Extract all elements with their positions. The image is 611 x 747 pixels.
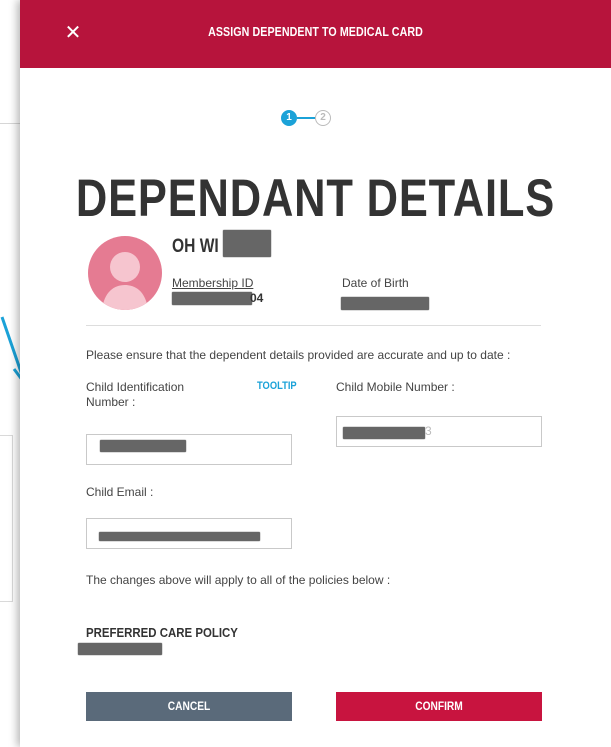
redacted-name (223, 230, 271, 257)
user-avatar-icon (102, 252, 148, 310)
confirm-button-label: CONFIRM (415, 699, 463, 713)
tooltip-link[interactable]: TOOLTIP (257, 380, 297, 392)
modal-header: ✕ ASSIGN DEPENDENT TO MEDICAL CARD (20, 0, 611, 68)
child-email-label: Child Email : (86, 485, 154, 499)
child-id-label: Child Identification Number : (86, 380, 184, 410)
child-id-label-line1: Child Identification (86, 380, 185, 394)
date-of-birth-label: Date of Birth (342, 276, 409, 290)
child-mobile-suffix: 3 (425, 424, 432, 438)
redacted-child-mobile (343, 427, 425, 439)
child-mobile-input[interactable]: 3 (336, 416, 542, 447)
policies-notice: The changes above will apply to all of t… (86, 573, 391, 587)
stepper: 1 2 (281, 110, 341, 126)
assign-dependent-modal: ✕ ASSIGN DEPENDENT TO MEDICAL CARD 1 2 D… (20, 0, 611, 747)
background-panel (0, 435, 13, 602)
step-2-indicator: 2 (315, 110, 331, 126)
confirm-button[interactable]: CONFIRM (336, 692, 542, 721)
membership-id-value: 04 (250, 291, 264, 305)
cancel-button[interactable]: CANCEL (86, 692, 292, 721)
child-id-input[interactable] (86, 434, 292, 465)
accuracy-notice: Please ensure that the dependent details… (86, 348, 511, 362)
cancel-button-label: CANCEL (167, 699, 211, 713)
redacted-date-of-birth (341, 297, 429, 310)
redacted-policy-number (78, 643, 162, 655)
child-email-input[interactable] (86, 518, 292, 549)
step-connector (297, 117, 315, 119)
avatar (88, 236, 162, 310)
dependent-name: OH WI (172, 236, 219, 257)
section-divider (86, 325, 541, 326)
modal-title: ASSIGN DEPENDENT TO MEDICAL CARD (208, 24, 423, 39)
child-id-label-line2: Number : (86, 395, 136, 409)
child-mobile-label: Child Mobile Number : (336, 380, 455, 394)
redacted-membership-id (172, 292, 252, 305)
page-title: DEPENDANT DETAILS (75, 169, 556, 228)
membership-id-label: Membership ID (172, 276, 254, 290)
redacted-child-email (99, 532, 260, 541)
redacted-child-id (100, 440, 186, 452)
policy-name: PREFERRED CARE POLICY (86, 625, 238, 640)
step-1-indicator: 1 (281, 110, 297, 126)
